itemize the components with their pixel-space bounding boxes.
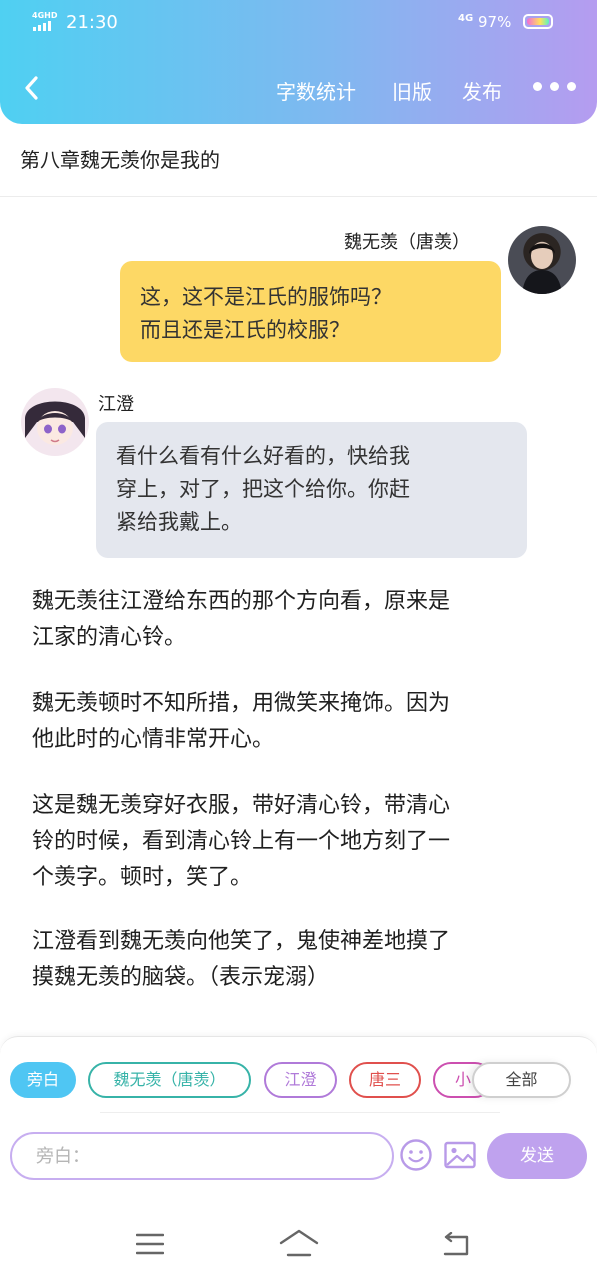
role-chip-narrator[interactable]: 旁白	[10, 1062, 76, 1098]
avatar[interactable]	[21, 388, 89, 456]
dialogue-bubble[interactable]: 这，这不是江氏的服饰吗？ 而且还是江氏的校服？	[120, 261, 501, 362]
speaker-name: 江澄	[98, 394, 134, 415]
narration-paragraph[interactable]: 江澄看到魏无羡向他笑了，鬼使神差地摸了 摸魏无羡的脑袋。（表示宠溺）	[32, 924, 562, 996]
old-version-button[interactable]: 旧版	[392, 76, 432, 105]
narration-line: 他此时的心情非常开心。	[32, 727, 275, 752]
bubble-line: 紧给我戴上。	[116, 510, 242, 534]
emoji-button[interactable]	[399, 1138, 433, 1172]
speaker-name: 魏无羡（唐羡）	[344, 232, 470, 253]
role-chip-tang-san[interactable]: 唐三	[349, 1062, 421, 1098]
more-horizontal-icon	[533, 82, 542, 91]
narration-line: 江家的清心铃。	[32, 625, 187, 650]
bubble-line: 看什么看有什么好看的，快给我	[116, 444, 410, 468]
home-icon[interactable]	[278, 1228, 320, 1262]
image-icon	[444, 1141, 476, 1169]
chevron-left-icon	[25, 76, 38, 100]
clock: 21:30	[66, 12, 118, 33]
image-button[interactable]	[443, 1138, 477, 1172]
publish-button[interactable]: 发布	[462, 76, 502, 105]
bubble-line: 而且还是江氏的校服？	[140, 318, 350, 342]
narration-paragraph[interactable]: 魏无羡顿时不知所措，用微笑来掩饰。因为 他此时的心情非常开心。	[32, 686, 562, 758]
message-input[interactable]	[10, 1132, 394, 1180]
divider	[0, 196, 597, 197]
emoji-icon	[400, 1139, 432, 1171]
battery-percent: 97%	[478, 13, 512, 31]
narration-line: 江澄看到魏无羡向他笑了，鬼使神差地摸了	[32, 929, 451, 954]
menu-icon[interactable]	[135, 1232, 165, 1260]
narration-paragraph[interactable]: 魏无羡往江澄给东西的那个方向看，原来是 江家的清心铃。	[32, 584, 562, 656]
dialogue-bubble[interactable]: 看什么看有什么好看的，快给我 穿上，对了，把这个给你。你赶 紧给我戴上。	[96, 422, 527, 558]
chapter-title[interactable]: 第八章魏无羡你是我的	[20, 144, 220, 173]
all-roles-button[interactable]: 全部	[472, 1062, 571, 1098]
narration-line: 个羡字。顿时，笑了。	[32, 865, 253, 890]
narration-line: 铃的时候，看到清心铃上有一个地方刻了一	[32, 829, 451, 854]
bubble-line: 穿上，对了，把这个给你。你赶	[116, 477, 410, 501]
signal-icon	[33, 21, 51, 31]
divider	[100, 1112, 500, 1113]
battery-icon	[523, 14, 553, 29]
avatar[interactable]	[508, 226, 576, 294]
narration-line: 这是魏无羡穿好衣服，带好清心铃，带清心	[32, 793, 451, 818]
word-count-button[interactable]: 字数统计	[276, 76, 356, 105]
narration-line: 魏无羡顿时不知所措，用微笑来掩饰。因为	[32, 691, 451, 716]
send-button[interactable]: 发送	[487, 1133, 587, 1179]
mobile-data-indicator: 4G	[458, 13, 474, 24]
top-header: 4GHD 21:30 4G 97% 字数统计 旧版 发布	[0, 0, 597, 124]
more-options-button[interactable]	[533, 82, 576, 91]
back-button[interactable]	[20, 74, 44, 102]
back-icon[interactable]	[441, 1231, 471, 1262]
role-chip-wei-wuxian[interactable]: 魏无羡（唐羡）	[88, 1062, 251, 1098]
narration-line: 摸魏无羡的脑袋。（表示宠溺）	[32, 965, 330, 990]
role-chip-jiang-cheng[interactable]: 江澄	[264, 1062, 337, 1098]
narration-line: 魏无羡往江澄给东西的那个方向看，原来是	[32, 589, 451, 614]
network-type: 4GHD	[32, 11, 58, 20]
bubble-line: 这，这不是江氏的服饰吗？	[140, 285, 392, 309]
status-bar: 4GHD 21:30 4G 97%	[0, 0, 597, 44]
narration-paragraph[interactable]: 这是魏无羡穿好衣服，带好清心铃，带清心 铃的时候，看到清心铃上有一个地方刻了一 …	[32, 788, 562, 896]
